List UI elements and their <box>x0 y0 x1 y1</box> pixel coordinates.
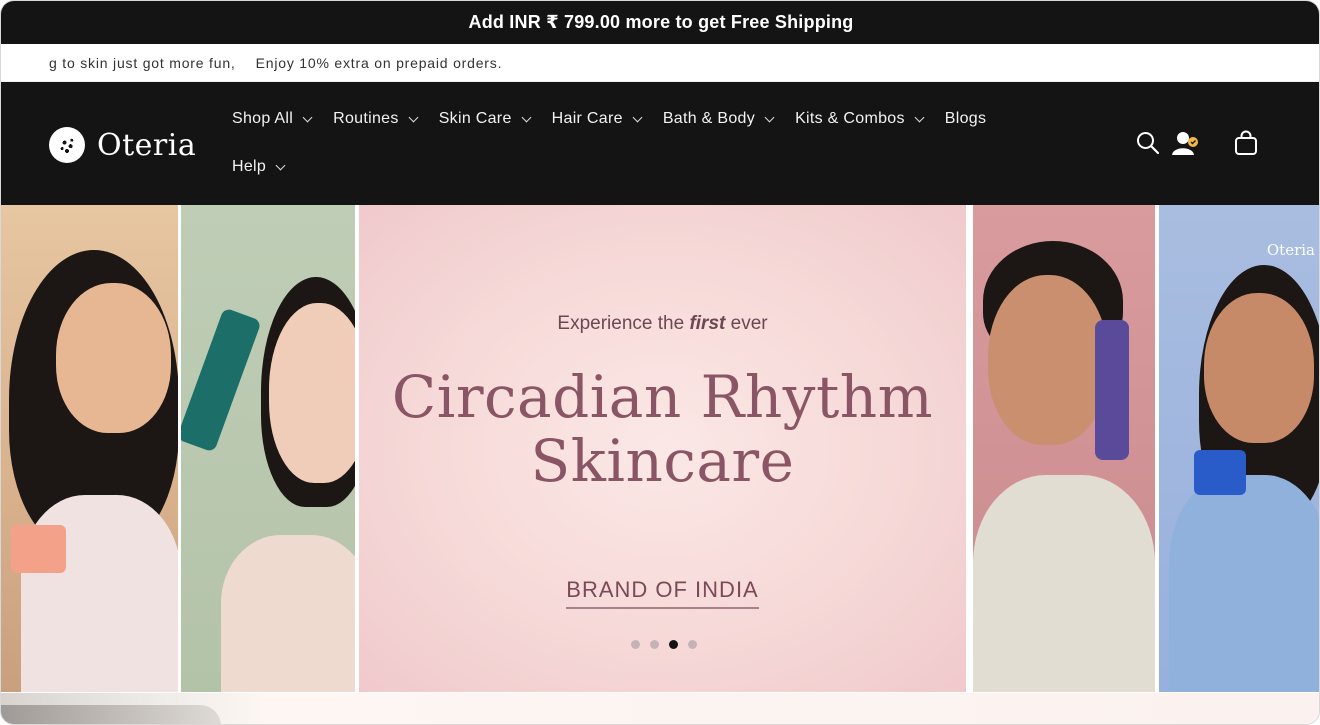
carousel-dot-3[interactable] <box>669 640 678 649</box>
hero-model-image-4: Oteria <box>1159 205 1319 692</box>
nav-label: Help <box>232 158 267 175</box>
free-shipping-announcement: Add INR ₹ 799.00 more to get Free Shippi… <box>1 1 1319 44</box>
nav-label: Routines <box>333 110 399 127</box>
model-body <box>221 535 355 692</box>
nav-item-routines[interactable]: Routines <box>333 110 419 128</box>
logo-mark-icon <box>49 127 85 163</box>
main-navigation: Shop All Routines Skin Care Hair Care Ba… <box>232 104 1072 200</box>
nav-row-primary: Shop All Routines Skin Care Hair Care Ba… <box>232 104 1072 134</box>
kicker-prefix: Experience the <box>557 313 685 334</box>
nav-label: Shop All <box>232 110 294 127</box>
marquee-item: g to skin just got more fun, <box>49 54 236 71</box>
headline-line-2: Skincare <box>530 427 795 495</box>
nav-item-help[interactable]: Help <box>232 158 286 176</box>
nav-item-shop-all[interactable]: Shop All <box>232 110 313 128</box>
announcement-text: Add INR ₹ 799.00 more to get Free Shippi… <box>468 12 854 32</box>
browser-viewport: Add INR ₹ 799.00 more to get Free Shippi… <box>0 0 1320 725</box>
hero-copy: Experience the first ever Circadian Rhyt… <box>359 205 966 692</box>
hero-center-banner: Experience the first ever Circadian Rhyt… <box>359 205 966 692</box>
carousel-dot-1[interactable] <box>631 640 640 649</box>
chevron-down-icon <box>764 112 775 122</box>
nav-label: Kits & Combos <box>795 110 905 127</box>
hero-model-image-1 <box>1 205 178 692</box>
nav-label: Hair Care <box>551 110 623 127</box>
brand-line-text: BRAND OF INDIA <box>566 577 759 609</box>
marquee-item: Enjoy 10% extra on prepaid orders. <box>255 54 503 71</box>
nav-item-bath-body[interactable]: Bath & Body <box>662 110 775 128</box>
nav-item-blogs[interactable]: Blogs <box>945 110 987 128</box>
account-icon[interactable] <box>1171 130 1198 156</box>
chevron-down-icon <box>632 112 643 122</box>
nav-label: Bath & Body <box>662 110 756 127</box>
nav-label: Skin Care <box>438 110 512 127</box>
model-face <box>56 283 171 433</box>
nav-item-skin-care[interactable]: Skin Care <box>438 110 532 128</box>
product-jar <box>11 525 66 573</box>
kicker-suffix: ever <box>730 313 768 334</box>
nav-item-hair-care[interactable]: Hair Care <box>551 110 643 128</box>
product-tube <box>181 307 262 453</box>
next-section-peek <box>1 693 1319 724</box>
hero-headline: Circadian Rhythm Skincare <box>359 365 966 493</box>
site-logo[interactable]: Oteria <box>49 127 196 163</box>
chevron-down-icon <box>302 112 313 122</box>
nav-row-secondary: Help <box>232 152 1072 182</box>
headline-line-1: Circadian Rhythm <box>391 363 934 431</box>
promo-marquee: g to skin just got more fun, Enjoy 10% e… <box>1 44 1319 82</box>
hero-model-image-2 <box>181 205 355 692</box>
product-bottle <box>1095 320 1129 460</box>
model-body <box>973 475 1155 692</box>
hero-carousel[interactable]: Experience the first ever Circadian Rhyt… <box>1 205 1319 693</box>
search-icon[interactable] <box>1135 130 1161 156</box>
model-face <box>269 303 355 483</box>
cart-icon[interactable] <box>1233 130 1259 156</box>
nav-label: Blogs <box>944 110 987 127</box>
hero-kicker: Experience the first ever <box>359 313 966 335</box>
kicker-emphasis: first <box>689 313 726 334</box>
carousel-dot-2[interactable] <box>650 640 659 649</box>
chevron-down-icon <box>275 160 286 170</box>
carousel-dot-4[interactable] <box>688 640 697 649</box>
model-face <box>1204 293 1314 443</box>
chevron-down-icon <box>521 112 532 122</box>
product-jar <box>1194 450 1246 495</box>
chevron-down-icon <box>914 112 925 122</box>
hero-model-image-3 <box>973 205 1155 692</box>
logo-text: Oteria <box>97 127 197 163</box>
model-face <box>988 275 1108 445</box>
chevron-down-icon <box>408 112 419 122</box>
brand-of-india-label: BRAND OF INDIA <box>359 577 966 609</box>
model-body <box>1169 475 1319 692</box>
site-header: Oteria Shop All Routines Skin Care Hair … <box>1 82 1319 205</box>
watermark-logo: Oteria <box>1266 241 1315 259</box>
carousel-pagination <box>631 640 697 649</box>
nav-item-kits-combos[interactable]: Kits & Combos <box>795 110 925 128</box>
